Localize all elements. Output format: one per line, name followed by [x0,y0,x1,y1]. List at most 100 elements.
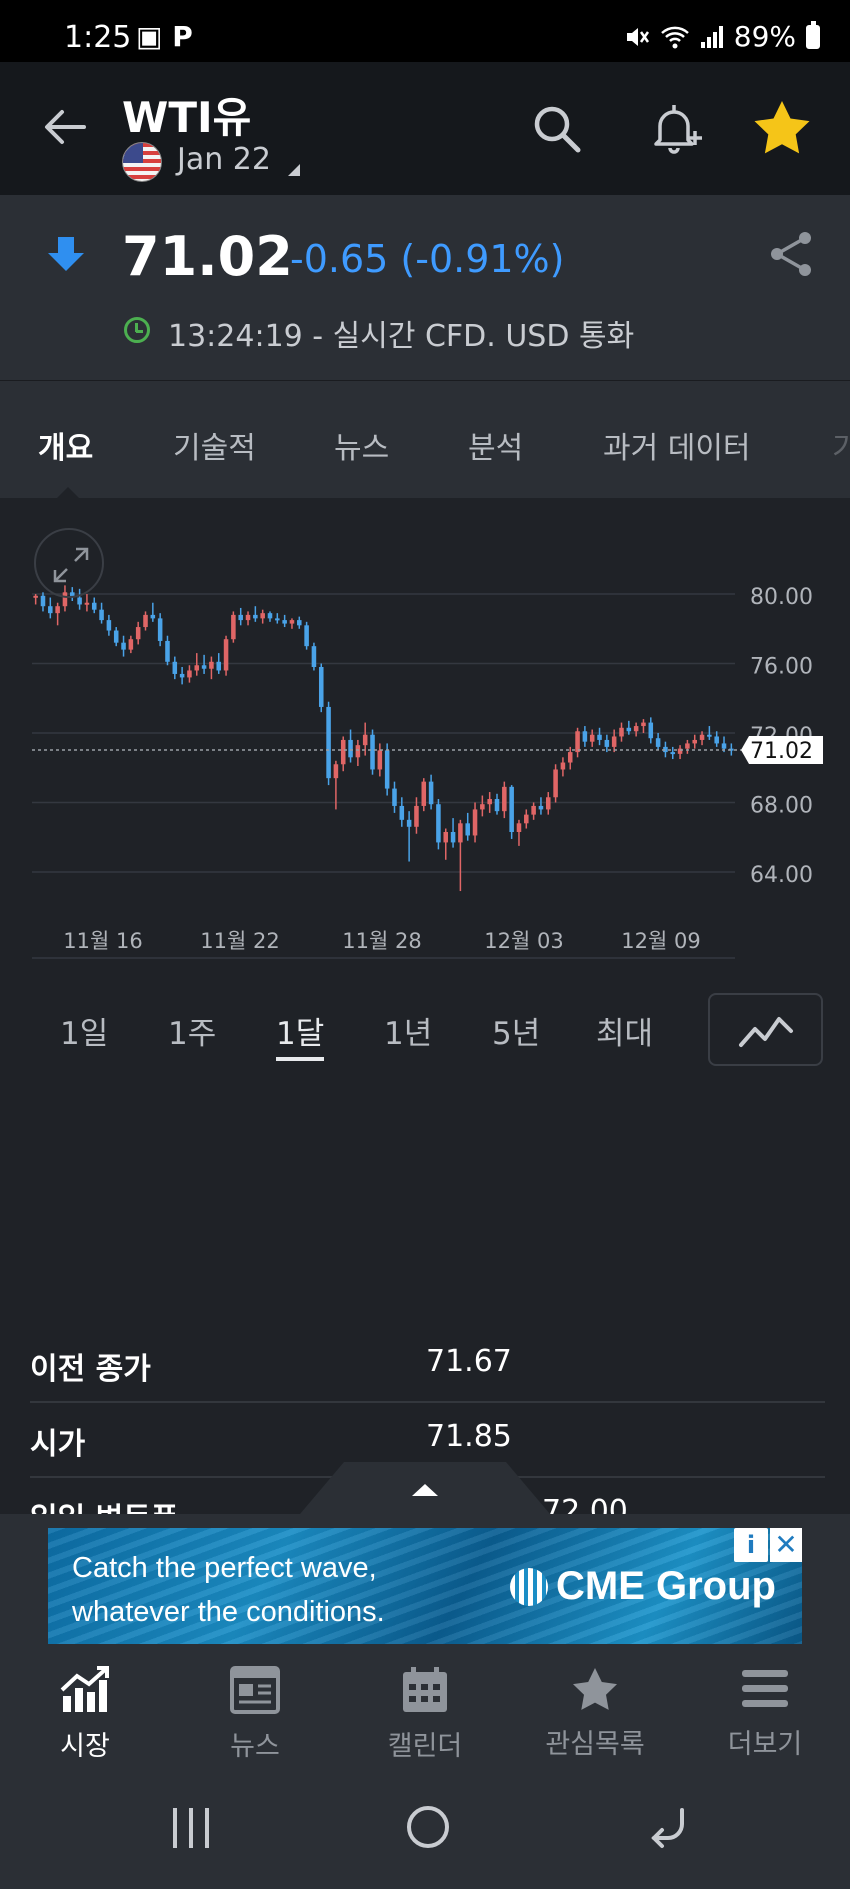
candle-body [450,832,456,843]
current-price-label: 71.02 [750,739,813,764]
tab-news[interactable]: 뉴스 [334,423,389,467]
stat-row-previous-close: 이전 종가 71.67 [30,1328,825,1403]
expand-panel-handle[interactable] [300,1462,550,1514]
candle-body [399,805,405,820]
signal-icon [700,25,723,48]
candle-body [509,786,514,832]
app-header: WTI유 Jan 22 [0,62,850,195]
candlestick-chart[interactable]: 80.0076.0072.0068.0064.0011월 1611월 2211월… [0,498,850,968]
candle-body [340,739,346,765]
tab-historical-data[interactable]: 과거 데이터 [603,423,751,467]
candle-body [377,750,383,770]
candle-body [106,620,112,631]
candle-body [582,731,588,742]
status-bar: 1:25 ▣ P 89% [0,0,850,62]
nav-label: 캘린더 [387,1731,463,1762]
tab-overview[interactable]: 개요 [38,423,93,467]
nav-more[interactable]: 더보기 [680,1666,850,1761]
advertisement-banner[interactable]: Catch the perfect wave, whatever the con… [48,1528,802,1644]
chart-type-button[interactable] [708,993,823,1066]
candle-body [414,805,419,827]
candle-body [201,665,207,669]
expand-icon [53,547,89,583]
favorite-star-icon[interactable] [752,98,812,156]
candle-body [545,797,551,810]
ad-brand: CME Group [556,1564,776,1608]
status-right-icons: 89% [624,20,820,53]
candle-body [611,736,617,747]
candle-body [55,606,60,614]
candle-body [538,805,544,810]
tab-more-cutoff[interactable]: 기 [832,423,850,467]
candle-body [480,804,485,810]
candle-body [113,630,119,643]
mute-icon [626,27,649,46]
y-tick-label: 76.00 [750,655,813,680]
ad-info-icon[interactable]: i [734,1528,768,1562]
range-1y-button[interactable]: 1년 [384,1008,432,1053]
candle-body [655,738,661,747]
share-icon[interactable] [768,229,814,279]
nav-markets[interactable]: 시장 [0,1666,170,1763]
candle-body [216,661,222,671]
candle-body [619,727,624,737]
x-tick-label: 12월 03 [484,929,563,953]
quote-panel: 71.02 -0.65 (-0.91%) 13:24:19 - 실시간 CFD.… [0,195,850,380]
markets-chart-icon [60,1666,109,1712]
nav-label: 뉴스 [230,1731,280,1762]
candle-body [318,667,324,707]
candle-body [714,736,719,744]
us-flag-icon [122,142,162,182]
candle-body [648,722,654,739]
y-tick-label: 68.00 [750,793,813,818]
range-1w-button[interactable]: 1주 [168,1008,216,1053]
dropdown-caret-icon[interactable] [288,164,300,176]
tab-technical[interactable]: 기술적 [173,423,256,467]
candle-body [553,769,558,798]
back-gesture-icon[interactable] [646,1804,690,1850]
nav-label: 더보기 [727,1729,803,1760]
menu-icon [742,1670,788,1707]
candle-body [589,734,595,742]
candle-body [597,734,602,740]
nav-news[interactable]: 뉴스 [170,1666,340,1763]
range-max-button[interactable]: 최대 [596,1008,653,1053]
candle-body [575,731,580,753]
candle-body [494,799,500,812]
expand-chart-button[interactable] [34,528,104,598]
candle-body [187,670,192,678]
status-notification-icons: ▣ P [136,20,193,53]
nav-watchlist[interactable]: 관심목록 [510,1666,680,1761]
battery-percent: 89% [733,20,796,53]
search-icon[interactable] [530,102,584,156]
home-icon[interactable] [405,1804,451,1850]
range-1d-button[interactable]: 1일 [60,1008,108,1053]
candle-body [150,614,156,619]
tab-analysis[interactable]: 분석 [468,423,523,467]
back-arrow-icon[interactable] [40,102,90,152]
candle-body [267,613,273,619]
contract-expiry-selector[interactable]: Jan 22 [177,142,271,177]
quote-timestamp: 13:24:19 - 실시간 CFD. USD 통화 [168,319,635,354]
range-1m-button[interactable]: 1달 [276,1008,325,1061]
range-5y-button[interactable]: 5년 [492,1008,540,1053]
candle-body [633,726,639,732]
system-navigation-bar [0,1764,850,1889]
candle-body [707,734,712,737]
ad-close-icon[interactable]: ✕ [770,1528,802,1562]
candle-body [472,809,478,836]
x-tick-label: 11월 16 [63,929,142,953]
ad-line-1: Catch the perfect wave, [72,1552,377,1584]
news-icon [230,1666,280,1714]
add-alert-bell-icon[interactable] [648,100,704,158]
price-down-arrow-icon [48,237,84,271]
recent-apps-icon[interactable] [170,1806,212,1850]
nav-calendar[interactable]: 캘린더 [340,1666,510,1763]
cme-globe-icon [510,1568,548,1606]
battery-icon [806,20,820,49]
price-chart[interactable]: 80.0076.0072.0068.0064.0011월 1611월 2211월… [0,498,850,968]
last-price: 71.02 [122,225,293,288]
x-tick-label: 12월 09 [621,929,700,953]
stat-label: 시가 [30,1427,86,1462]
candle-body [231,614,236,640]
